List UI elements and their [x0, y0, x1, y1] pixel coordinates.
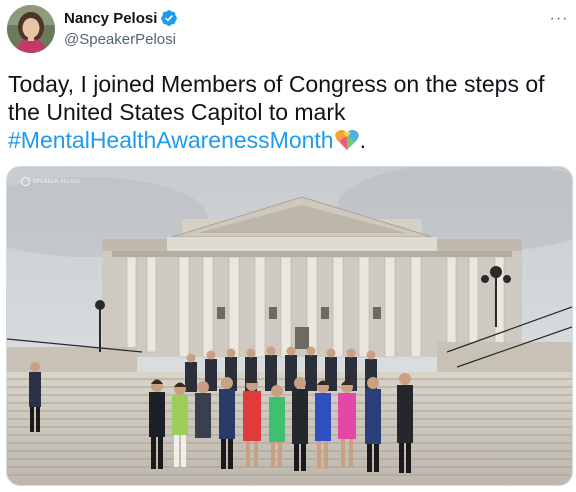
tweet-text: Today, I joined Members of Congress on t…: [8, 70, 568, 154]
tweet-text-trailing: .: [359, 127, 366, 153]
tweet-photo[interactable]: SPEAKER PELOSI: [6, 166, 573, 486]
capitol-steps-photo: [7, 167, 572, 485]
avatar[interactable]: [7, 5, 55, 53]
more-options-icon[interactable]: ···: [548, 8, 570, 30]
tweet-text-line-2: the United States Capitol to mark: [8, 99, 346, 125]
author-block: Nancy Pelosi @SpeakerPelosi: [64, 8, 178, 48]
author-name[interactable]: Nancy Pelosi: [64, 10, 157, 27]
tweet[interactable]: Nancy Pelosi @SpeakerPelosi ··· Today, I…: [0, 0, 576, 492]
seal-icon: [21, 177, 30, 186]
tweet-text-line-1: Today, I joined Members of Congress on t…: [8, 71, 545, 97]
hashtag-link[interactable]: #MentalHealthAwarenessMonth: [8, 127, 334, 153]
verified-badge-icon: [161, 10, 178, 26]
photo-watermark: SPEAKER PELOSI: [21, 177, 80, 186]
photo-watermark-text: SPEAKER PELOSI: [33, 178, 81, 185]
avatar-image: [7, 5, 55, 53]
rainbow-heart-icon: [334, 129, 359, 150]
author-handle[interactable]: @SpeakerPelosi: [64, 31, 178, 48]
